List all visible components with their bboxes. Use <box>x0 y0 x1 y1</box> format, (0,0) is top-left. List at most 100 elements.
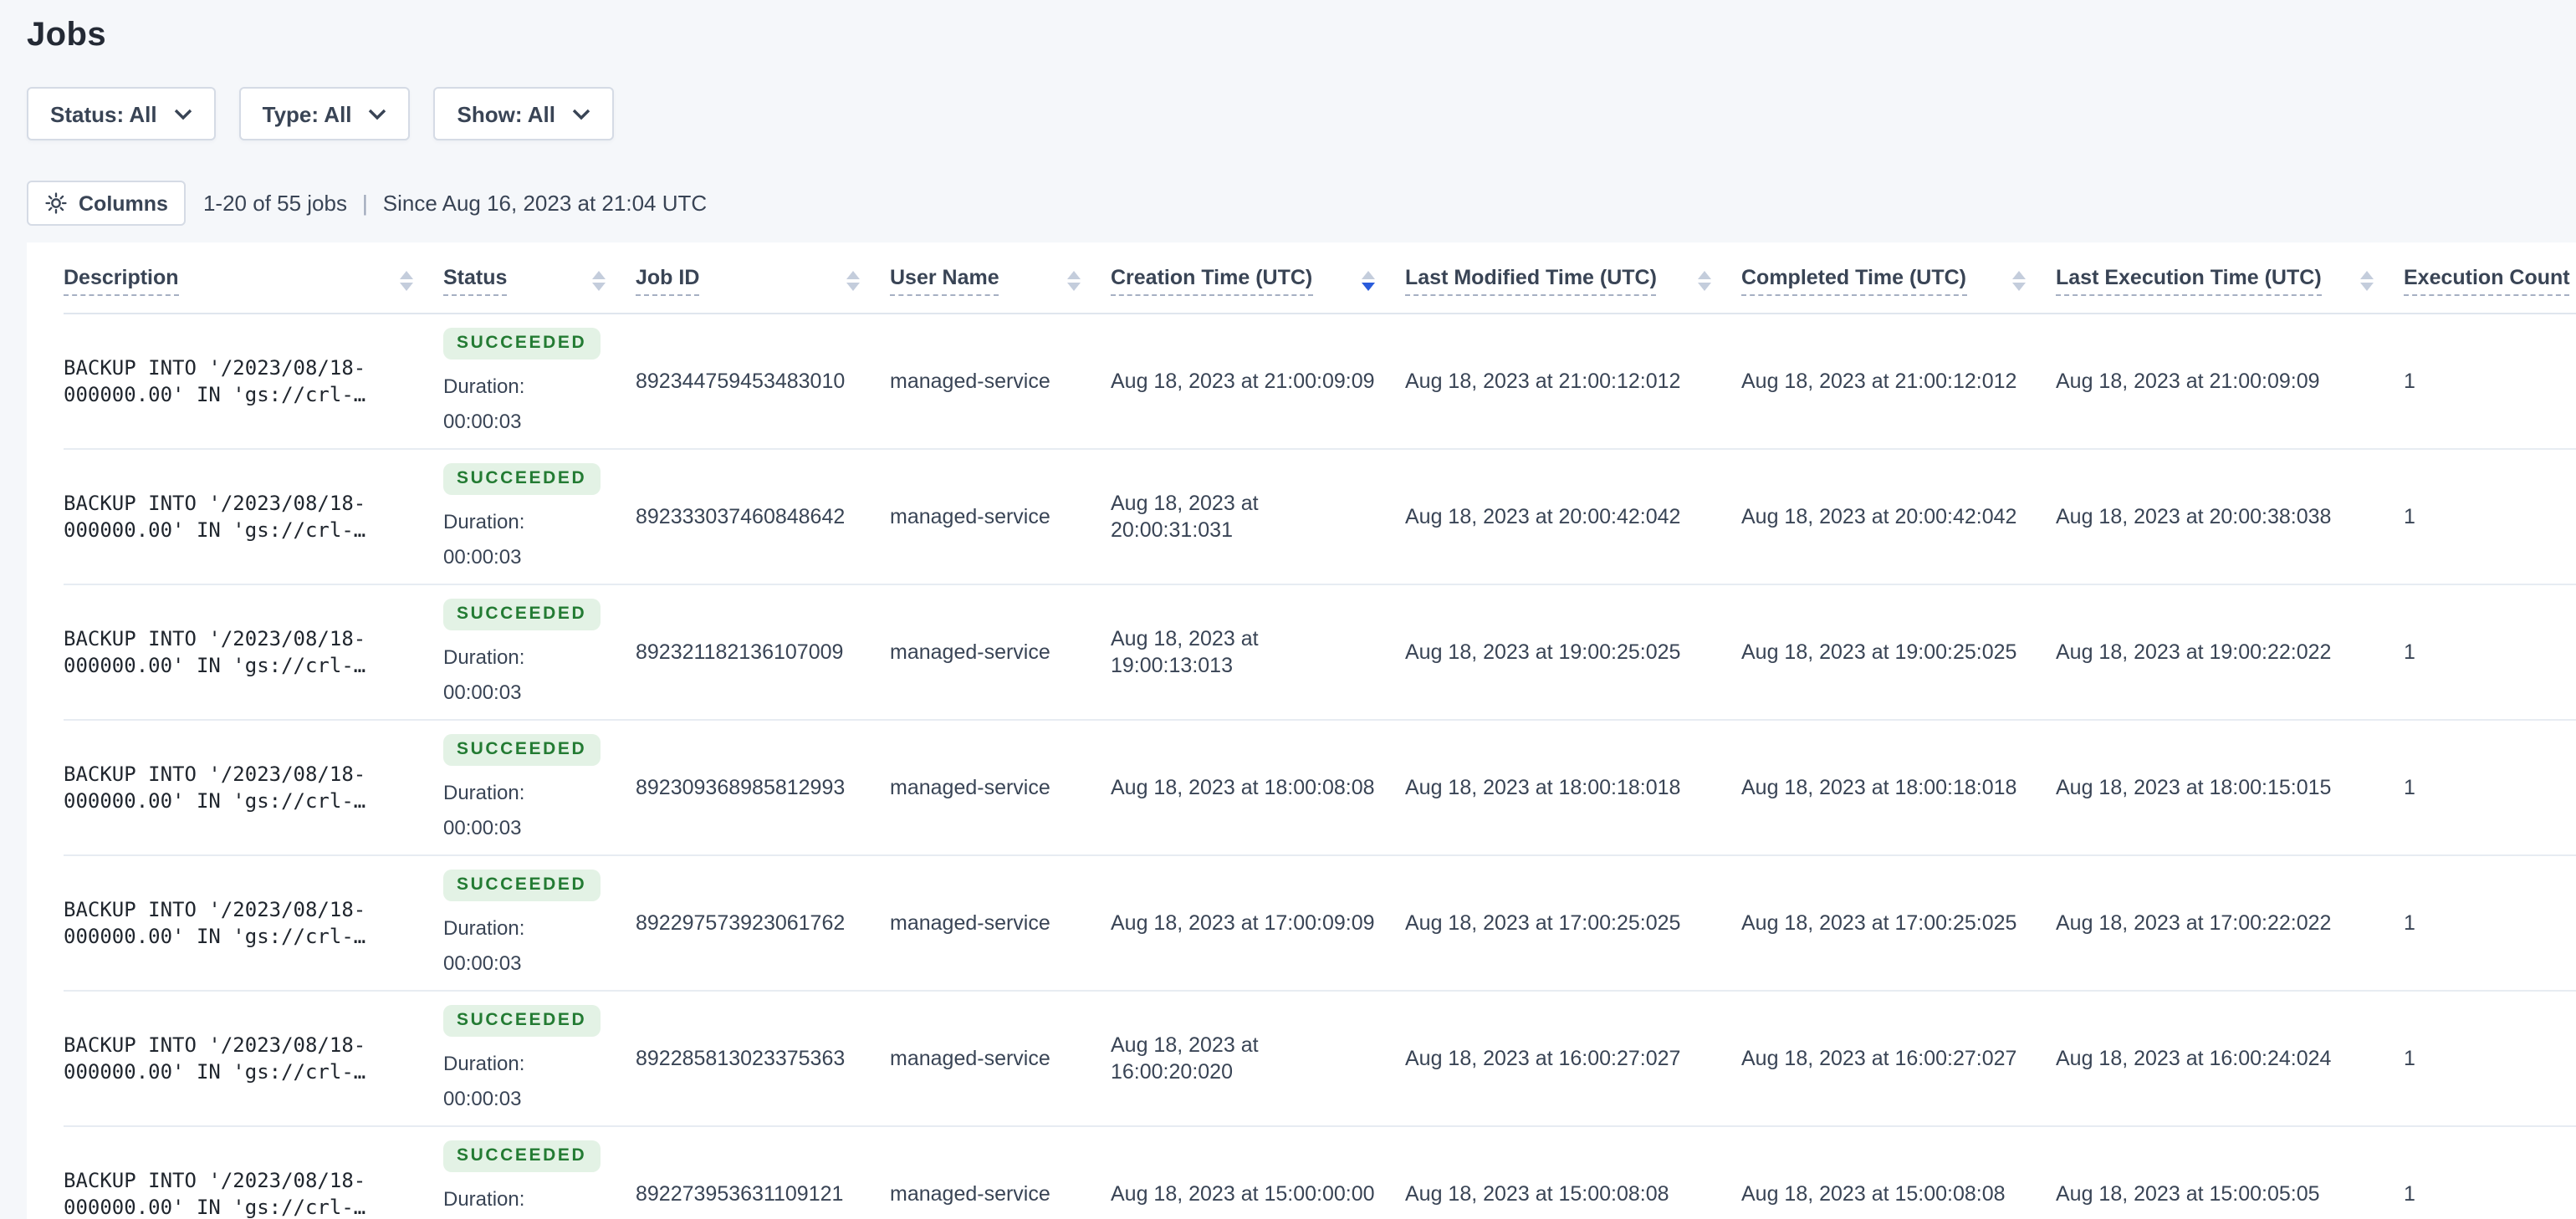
sort-asc-icon[interactable] <box>2360 270 2374 279</box>
job-id-value: 892333037460848642 <box>636 504 846 528</box>
column-header-job-id[interactable]: Job ID <box>636 242 890 314</box>
sort-arrows-icon[interactable] <box>1362 270 1375 292</box>
sort-arrows-icon[interactable] <box>846 270 860 292</box>
sort-desc-icon[interactable] <box>1362 283 1375 292</box>
job-id-value: 892273953631109121 <box>636 1181 844 1206</box>
creation-time-value: Aug 18, 2023 at 20:00:31:031 <box>1111 491 1259 542</box>
sort-desc-icon[interactable] <box>2012 283 2026 292</box>
sort-asc-icon[interactable] <box>846 270 860 279</box>
completed-time-cell: Aug 18, 2023 at 18:00:18:018 <box>1741 720 2056 856</box>
completed-time-cell: Aug 18, 2023 at 17:00:25:025 <box>1741 855 2056 992</box>
jobs-table-card: Description Status Job ID User Name Creation… <box>27 242 2576 1219</box>
type-filter-dropdown[interactable]: Type: All <box>238 87 411 140</box>
execution-count-value: 1 <box>2404 1181 2415 1206</box>
description-cell[interactable]: BACKUP INTO '/2023/08/18-000000.00' IN '… <box>64 449 443 585</box>
job-id-value: 892285813023375363 <box>636 1046 846 1070</box>
column-header-completed-time-utc[interactable]: Completed Time (UTC) <box>1741 242 2056 314</box>
job-description-link[interactable]: BACKUP INTO '/2023/08/18-000000.00' IN '… <box>64 354 413 409</box>
column-header-label[interactable]: Completed Time (UTC) <box>1741 266 1966 296</box>
columns-button[interactable]: Columns <box>27 181 187 226</box>
sort-asc-icon[interactable] <box>592 270 606 279</box>
sort-arrows-icon[interactable] <box>2360 270 2374 292</box>
description-cell[interactable]: BACKUP INTO '/2023/08/18-000000.00' IN '… <box>64 855 443 992</box>
column-header-execution-count[interactable]: Execution Count <box>2404 242 2576 314</box>
show-filter-label: Show: All <box>457 101 556 126</box>
job-id-cell: 892285813023375363 <box>636 991 890 1127</box>
column-header-label[interactable]: Creation Time (UTC) <box>1111 266 1313 296</box>
column-header-status[interactable]: Status <box>443 242 636 314</box>
description-cell[interactable]: BACKUP INTO '/2023/08/18-000000.00' IN '… <box>64 991 443 1127</box>
description-cell[interactable]: BACKUP INTO '/2023/08/18-000000.00' IN '… <box>64 584 443 721</box>
job-id-cell: 892333037460848642 <box>636 449 890 585</box>
user-name-cell: managed-service <box>890 449 1111 585</box>
sort-asc-icon[interactable] <box>1362 270 1375 279</box>
column-header-last-execution-time-utc[interactable]: Last Execution Time (UTC) <box>2056 242 2404 314</box>
show-filter-dropdown[interactable]: Show: All <box>433 87 615 140</box>
status-badge: SUCCEEDED <box>443 733 601 765</box>
sort-desc-icon[interactable] <box>2360 283 2374 292</box>
status-filter-label: Status: All <box>50 101 157 126</box>
user-name-cell: managed-service <box>890 855 1111 992</box>
job-id-value: 892297573923061762 <box>636 910 846 935</box>
summary-divider: | <box>362 191 368 216</box>
completed-time-value: Aug 18, 2023 at 15:00:08:08 <box>1741 1181 2006 1206</box>
chevron-down-icon <box>572 108 590 120</box>
sort-desc-icon[interactable] <box>846 283 860 292</box>
execution-count-cell: 1 <box>2404 449 2576 585</box>
column-header-last-modified-time-utc[interactable]: Last Modified Time (UTC) <box>1405 242 1741 314</box>
status-filter-dropdown[interactable]: Status: All <box>27 87 216 140</box>
column-header-creation-time-utc[interactable]: Creation Time (UTC) <box>1111 242 1405 314</box>
status-badge: SUCCEEDED <box>443 598 601 630</box>
column-header-description[interactable]: Description <box>64 242 443 314</box>
job-description-link[interactable]: BACKUP INTO '/2023/08/18-000000.00' IN '… <box>64 489 413 544</box>
job-description-link[interactable]: BACKUP INTO '/2023/08/18-000000.00' IN '… <box>64 760 413 815</box>
sort-desc-icon[interactable] <box>400 283 413 292</box>
description-cell[interactable]: BACKUP INTO '/2023/08/18-000000.00' IN '… <box>64 1126 443 1219</box>
gear-icon <box>45 192 67 214</box>
sort-arrows-icon[interactable] <box>1067 270 1081 292</box>
completed-time-value: Aug 18, 2023 at 21:00:12:012 <box>1741 369 2017 393</box>
column-header-user-name[interactable]: User Name <box>890 242 1111 314</box>
sort-arrows-icon[interactable] <box>400 270 413 292</box>
sort-arrows-icon[interactable] <box>2012 270 2026 292</box>
sort-desc-icon[interactable] <box>592 283 606 292</box>
user-name-cell: managed-service <box>890 584 1111 721</box>
sort-desc-icon[interactable] <box>1698 283 1711 292</box>
sort-asc-icon[interactable] <box>2012 270 2026 279</box>
sort-asc-icon[interactable] <box>1067 270 1081 279</box>
sort-arrows-icon[interactable] <box>1698 270 1711 292</box>
viewport: Jobs Status: All Type: All Show: All Col… <box>0 0 2576 1219</box>
column-header-label[interactable]: Last Execution Time (UTC) <box>2056 266 2322 296</box>
chevron-down-icon <box>369 108 386 120</box>
filters-bar: Status: All Type: All Show: All <box>27 87 2576 140</box>
creation-time-cell: Aug 18, 2023 at 16:00:20:020 <box>1111 991 1405 1127</box>
job-id-value: 892309368985812993 <box>636 775 846 799</box>
job-description-link[interactable]: BACKUP INTO '/2023/08/18-000000.00' IN '… <box>64 625 413 680</box>
table-toolbar: Columns 1-20 of 55 jobs | Since Aug 16, … <box>27 181 2576 226</box>
last-execution-time-cell: Aug 18, 2023 at 16:00:24:024 <box>2056 991 2404 1127</box>
user-name-value: managed-service <box>890 1181 1050 1206</box>
sort-asc-icon[interactable] <box>1698 270 1711 279</box>
sort-arrows-icon[interactable] <box>592 270 606 292</box>
status-badge: SUCCEEDED <box>443 462 601 494</box>
creation-time-cell: Aug 18, 2023 at 15:00:00:00 <box>1111 1126 1405 1219</box>
creation-time-value: Aug 18, 2023 at 18:00:08:08 <box>1111 775 1375 799</box>
description-cell[interactable]: BACKUP INTO '/2023/08/18-000000.00' IN '… <box>64 314 443 450</box>
creation-time-cell: Aug 18, 2023 at 17:00:09:09 <box>1111 855 1405 992</box>
type-filter-label: Type: All <box>262 101 352 126</box>
sort-desc-icon[interactable] <box>1067 283 1081 292</box>
column-header-label[interactable]: Description <box>64 266 179 296</box>
user-name-value: managed-service <box>890 640 1050 664</box>
completed-time-cell: Aug 18, 2023 at 21:00:12:012 <box>1741 314 2056 450</box>
job-description-link[interactable]: BACKUP INTO '/2023/08/18-000000.00' IN '… <box>64 895 413 951</box>
sort-asc-icon[interactable] <box>400 270 413 279</box>
last-execution-time-value: Aug 18, 2023 at 20:00:38:038 <box>2056 504 2332 528</box>
column-header-label[interactable]: Status <box>443 266 508 296</box>
job-description-link[interactable]: BACKUP INTO '/2023/08/18-000000.00' IN '… <box>64 1166 413 1219</box>
column-header-label[interactable]: Last Modified Time (UTC) <box>1405 266 1657 296</box>
column-header-label[interactable]: User Name <box>890 266 999 296</box>
job-description-link[interactable]: BACKUP INTO '/2023/08/18-000000.00' IN '… <box>64 1031 413 1086</box>
column-header-label[interactable]: Job ID <box>636 266 700 296</box>
column-header-label[interactable]: Execution Count <box>2404 266 2570 296</box>
description-cell[interactable]: BACKUP INTO '/2023/08/18-000000.00' IN '… <box>64 720 443 856</box>
